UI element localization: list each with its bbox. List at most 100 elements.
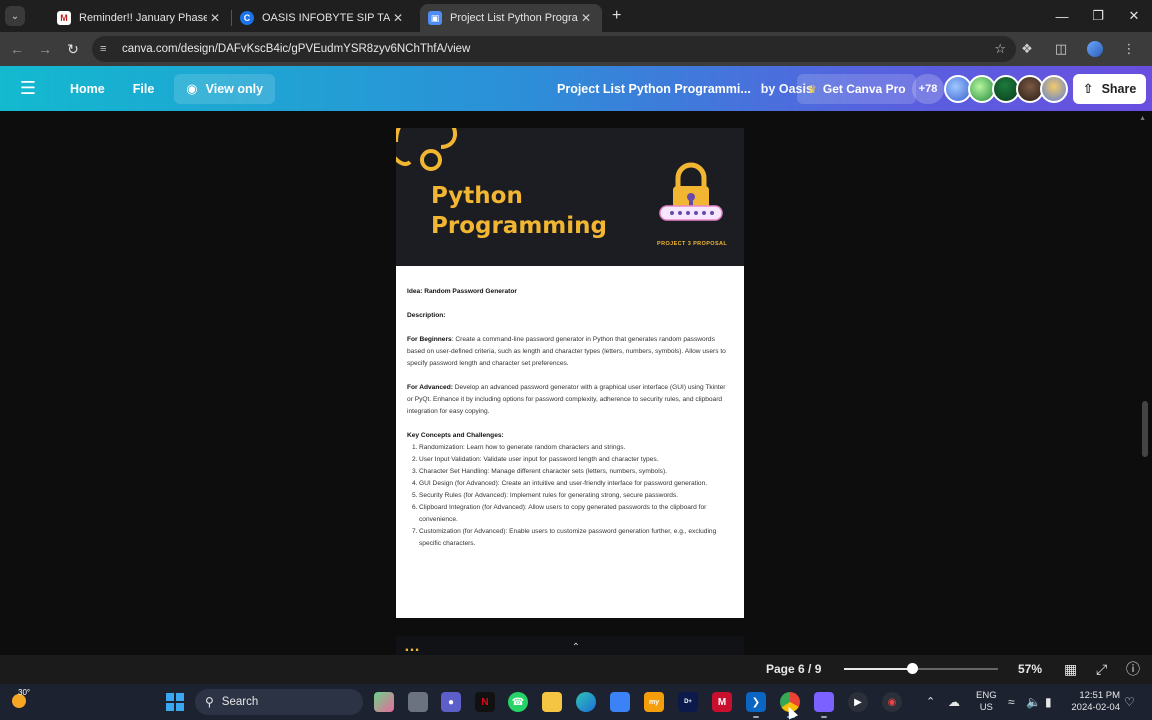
system-clock[interactable]: 12:51 PM 2024-02-04 <box>1068 690 1120 714</box>
collaborators[interactable]: +78 + <box>912 73 1087 105</box>
volume-icon[interactable]: 🔈 <box>1026 684 1041 720</box>
slide-body: Idea: Random Password Generator Descript… <box>396 266 744 618</box>
copilot-icon[interactable] <box>374 692 394 712</box>
expand-pages-chevron-icon[interactable]: ⌃ <box>566 642 586 653</box>
list-item: 5. Security Rules (for Advanced): Impleme… <box>412 492 679 499</box>
decorative-swirl-icon <box>396 128 457 171</box>
gmail-icon: M <box>57 11 71 25</box>
vscode-icon[interactable]: ❯ <box>746 692 766 712</box>
running-indicator <box>753 716 759 718</box>
zoom-slider[interactable] <box>844 663 998 674</box>
avatar[interactable] <box>1040 75 1068 103</box>
address-toolbar: ← → ↻ ≡ canva.com/design/DAFvKscB4ic/gPV… <box>0 32 1152 66</box>
windows-start-icon[interactable] <box>166 693 184 711</box>
next-slide-glyph: … <box>404 638 420 655</box>
zoom-slider-handle[interactable] <box>906 663 918 674</box>
file-menu[interactable]: File <box>119 82 169 96</box>
get-canva-pro-button[interactable]: ♛ Get Canva Pro <box>797 74 916 104</box>
hamburger-menu-icon[interactable]: ☰ <box>0 78 56 99</box>
beginners-label: For Beginners <box>407 336 452 343</box>
beginners-text: : Create a command-line password generat… <box>407 336 726 367</box>
beginners-paragraph: For Beginners: Create a command-line pas… <box>407 334 733 370</box>
minimize-icon[interactable]: — <box>1044 9 1080 24</box>
clipchamp-icon[interactable] <box>814 692 834 712</box>
page-indicator[interactable]: Page 6 / 9 <box>766 655 821 684</box>
slide-title-line-2: Programming <box>431 213 607 239</box>
disney-hotstar-icon[interactable]: D+ <box>678 692 698 712</box>
canva-footer: Page 6 / 9 57% ▦ ⤢ ⓘ <box>0 655 1152 684</box>
netflix-icon[interactable]: N <box>475 692 495 712</box>
zoom-level[interactable]: 57% <box>1018 655 1042 684</box>
url-bar[interactable]: ≡ canva.com/design/DAFvKscB4ic/gPVEudmYS… <box>92 36 1016 62</box>
close-icon[interactable]: ✕ <box>207 11 223 25</box>
teams-chat-icon[interactable]: ● <box>441 692 461 712</box>
wifi-icon[interactable]: ≈ <box>1008 684 1015 720</box>
notification-bell-icon[interactable]: ♡ <box>1124 684 1135 720</box>
back-arrow-icon[interactable]: ← <box>3 41 31 57</box>
bookmark-star-icon[interactable]: ☆ <box>994 41 1006 57</box>
edge-icon[interactable] <box>576 692 596 712</box>
collaborator-count[interactable]: +78 <box>912 74 944 104</box>
tab-title: OASIS INFOBYTE SIP TASK LIST <box>262 12 390 24</box>
tab-oasis-task-list[interactable]: C OASIS INFOBYTE SIP TASK LIST ✕ <box>232 4 414 32</box>
show-hidden-icons-chevron-icon[interactable]: ⌃ <box>926 684 935 720</box>
zoom-slider-fill <box>844 668 912 670</box>
document-title[interactable]: Project List Python Programmi... by Oasi… <box>557 66 813 111</box>
battery-icon[interactable]: ▮ <box>1045 684 1052 720</box>
screen-recorder-icon[interactable]: ◉ <box>882 692 902 712</box>
profile-avatar[interactable] <box>1078 41 1112 58</box>
vertical-scrollbar[interactable] <box>1142 401 1148 457</box>
weather-widget[interactable]: 30° <box>8 688 36 716</box>
share-upload-icon: ⇧ <box>1082 81 1094 96</box>
new-tab-plus-icon[interactable]: + <box>612 7 621 25</box>
idea-heading: Idea: Random Password Generator <box>407 288 517 295</box>
browser-actions: ❖ ◫ ⋮ <box>1010 32 1146 66</box>
tab-project-list[interactable]: ▣ Project List Python Programmin ✕ <box>420 4 602 32</box>
list-item: 1. Randomization: Learn how to generate r… <box>412 444 626 451</box>
forward-arrow-icon[interactable]: → <box>31 41 59 57</box>
share-button[interactable]: ⇧ Share <box>1073 74 1146 104</box>
slides-icon: ▣ <box>428 11 442 25</box>
folder-icon[interactable] <box>542 692 562 712</box>
concepts-list: 1. Randomization: Learn how to generate r… <box>407 442 733 550</box>
side-panel-icon[interactable]: ◫ <box>1044 41 1078 57</box>
eye-icon: ◉ <box>186 80 198 96</box>
home-link[interactable]: Home <box>56 82 119 96</box>
close-icon[interactable]: ✕ <box>390 11 406 25</box>
view-only-button[interactable]: ◉ View only <box>174 73 276 104</box>
media-player-icon[interactable]: ▶ <box>848 692 868 712</box>
taskbar-search[interactable]: ⚲ Search <box>195 689 363 715</box>
slide-title-line-1: Python <box>431 183 523 209</box>
temperature: 30° <box>18 688 31 697</box>
close-icon[interactable]: ✕ <box>578 11 594 25</box>
tab-title: Reminder!! January Phase 1 All <box>79 12 207 24</box>
reload-icon[interactable]: ↻ <box>59 41 87 58</box>
padlock-icon <box>659 162 723 221</box>
mcafee-icon[interactable]: M <box>712 692 732 712</box>
scroll-up-arrow-icon[interactable]: ▲ <box>1139 115 1146 122</box>
grid-view-icon[interactable]: ▦ <box>1064 655 1077 684</box>
tab-search-chevron-icon[interactable]: ⌄ <box>5 6 25 26</box>
list-item: 7. Customization (for Advanced): Enable u… <box>412 528 717 547</box>
fullscreen-icon[interactable]: ⤢ <box>1096 655 1107 684</box>
input-language[interactable]: ENG US <box>976 690 997 714</box>
description-heading: Description: <box>407 312 446 319</box>
design-canvas[interactable]: ▲ Python Programming PROJECT 3 PROPOSAL … <box>0 111 1152 655</box>
tab-gmail[interactable]: M Reminder!! January Phase 1 All ✕ <box>49 4 231 32</box>
tab-title: Project List Python Programmin <box>450 12 578 24</box>
list-item: 3. Character Set Handling: Manage differe… <box>412 468 667 475</box>
running-indicator <box>821 716 827 718</box>
close-window-icon[interactable]: ✕ <box>1116 8 1152 24</box>
kebab-menu-icon[interactable]: ⋮ <box>1112 41 1146 57</box>
whatsapp-icon[interactable]: ☎ <box>508 692 528 712</box>
onedrive-cloud-icon[interactable]: ☁ <box>948 684 960 720</box>
restore-icon[interactable]: ❐ <box>1080 8 1116 24</box>
document-title-text: Project List Python Programmi... <box>557 81 751 96</box>
microsoft-store-icon[interactable] <box>610 692 630 712</box>
myntra-icon[interactable]: my <box>644 692 664 712</box>
file-explorer-window-icon[interactable] <box>408 692 428 712</box>
advanced-text: Develop an advanced password generator w… <box>407 384 726 415</box>
extensions-puzzle-icon[interactable]: ❖ <box>1010 41 1044 57</box>
site-info-icon[interactable]: ≡ <box>100 43 120 55</box>
help-icon[interactable]: ⓘ <box>1126 655 1140 684</box>
